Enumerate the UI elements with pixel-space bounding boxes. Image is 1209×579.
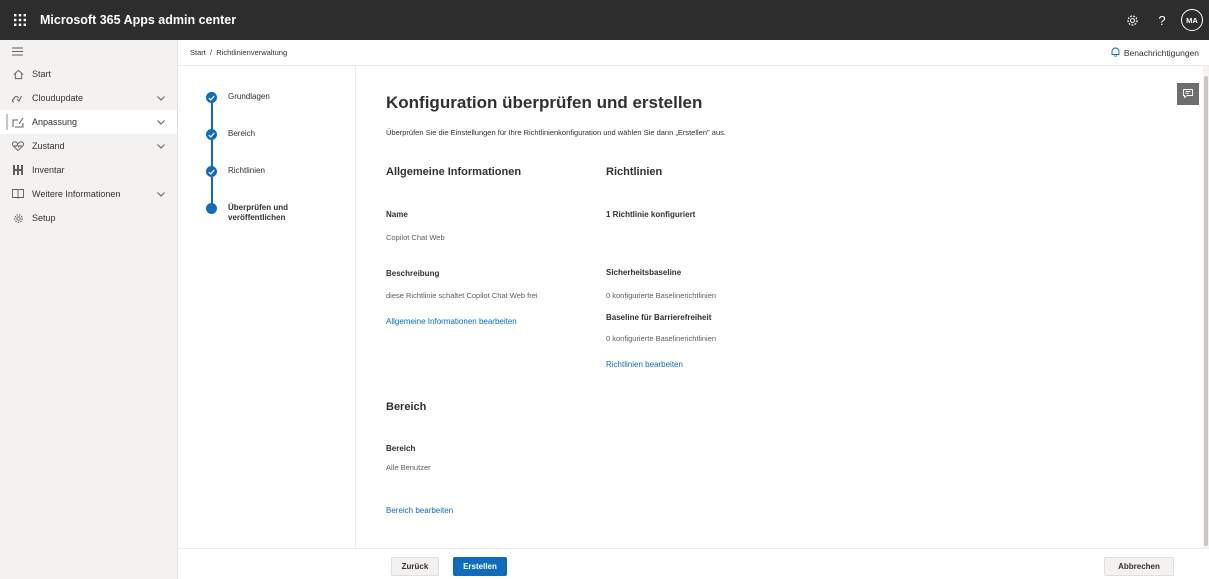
avatar[interactable]: MA <box>1181 9 1203 31</box>
notifications-button[interactable]: Benachrichtigungen <box>1111 40 1199 66</box>
description-label: Beschreibung <box>386 269 440 278</box>
description-value: diese Richtlinie schaltet Copilot Chat W… <box>386 291 538 300</box>
book-icon <box>12 188 24 200</box>
step-label: Überprüfen und veröffentlichen <box>228 203 288 222</box>
scope-heading: Bereich <box>386 401 427 413</box>
checkmark-icon <box>206 92 217 103</box>
name-value: Copilot Chat Web <box>386 233 445 242</box>
policies-configured: 1 Richtlinie konfiguriert <box>606 210 696 219</box>
edit-general-info-link[interactable]: Allgemeine Informationen bearbeiten <box>386 317 517 326</box>
scrollbar-thumb[interactable] <box>1204 76 1208 546</box>
step-bereich[interactable]: Bereich <box>206 129 255 140</box>
feedback-icon <box>1183 85 1193 103</box>
waffle-icon[interactable] <box>0 0 40 40</box>
nav-item-anpassung[interactable]: Anpassung <box>0 110 177 134</box>
nav-item-start[interactable]: Start <box>0 62 177 86</box>
step-ueberpruefen[interactable]: Überprüfen und veröffentlichen <box>206 203 318 223</box>
nav-item-zustand[interactable]: Zustand <box>0 134 177 158</box>
chevron-down-icon[interactable] <box>157 93 165 103</box>
gear-icon[interactable] <box>1117 0 1147 40</box>
chevron-down-icon[interactable] <box>157 189 165 199</box>
step-label: Richtlinien <box>228 166 265 175</box>
step-connector <box>211 177 213 205</box>
step-grundlagen[interactable]: Grundlagen <box>206 92 270 103</box>
scope-label: Bereich <box>386 444 416 453</box>
help-icon[interactable]: ? <box>1147 0 1177 40</box>
feedback-button[interactable] <box>1177 83 1199 105</box>
step-richtlinien[interactable]: Richtlinien <box>206 166 265 177</box>
step-connector <box>211 140 213 168</box>
cancel-button[interactable]: Abbrechen <box>1104 557 1174 576</box>
bell-icon <box>1111 47 1120 59</box>
breadcrumb[interactable]: Start / Richtlinienverwaltung <box>190 48 287 57</box>
nav-item-setup[interactable]: Setup <box>0 206 177 230</box>
create-button[interactable]: Erstellen <box>453 557 507 576</box>
nav-item-label: Weitere Informationen <box>32 189 121 199</box>
general-info-heading: Allgemeine Informationen <box>386 166 522 178</box>
scope-value: Alle Benutzer <box>386 463 431 472</box>
top-bar: Microsoft 365 Apps admin center ? MA <box>0 0 1209 40</box>
accessibility-baseline-value: 0 konfigurierte Baselinerichtlinien <box>606 334 717 343</box>
edit-scope-link[interactable]: Bereich bearbeiten <box>386 506 453 515</box>
chevron-down-icon[interactable] <box>157 117 165 127</box>
step-label: Bereich <box>228 129 256 138</box>
breadcrumb-bar: Start / Richtlinienverwaltung Benachrich… <box>178 40 1209 66</box>
wizard-footer: Zurück Erstellen Abbrechen <box>178 548 1209 579</box>
nav-item-label: Inventar <box>32 165 65 175</box>
nav-item-label: Start <box>32 69 52 79</box>
notifications-label: Benachrichtigungen <box>1123 48 1199 58</box>
nav-item-cloudupdate[interactable]: Cloudupdate <box>0 86 177 110</box>
checkmark-icon <box>206 129 217 140</box>
name-label: Name <box>386 210 408 219</box>
page-title: Konfiguration überprüfen und erstellen <box>386 93 703 112</box>
step-label: Grundlagen <box>228 92 270 101</box>
home-icon <box>12 68 24 80</box>
step-connector <box>211 103 213 131</box>
edit-policies-link[interactable]: Richtlinien bearbeiten <box>606 360 683 369</box>
inventory-icon <box>12 164 24 176</box>
nav-item-weitere-informationen[interactable]: Weitere Informationen <box>0 182 177 206</box>
setup-gear-icon <box>12 212 24 224</box>
accessibility-baseline-label: Baseline für Barrierefreiheit <box>606 313 712 322</box>
policies-heading: Richtlinien <box>606 166 663 178</box>
heart-icon <box>12 140 24 152</box>
security-baseline-label: Sicherheitsbaseline <box>606 268 682 277</box>
intro-text: Überprüfen Sie die Einstellungen für Ihr… <box>386 128 726 137</box>
hamburger-icon[interactable] <box>0 40 177 62</box>
cloud-update-icon <box>12 92 24 104</box>
nav-item-label: Cloudupdate <box>32 93 84 103</box>
checkmark-icon <box>206 166 217 177</box>
nav-item-label: Anpassung <box>32 117 78 127</box>
scrollbar[interactable] <box>1203 66 1209 548</box>
chevron-down-icon[interactable] <box>157 141 165 151</box>
security-baseline-value: 0 konfigurierte Baselinerichtlinien <box>606 291 717 300</box>
app-title[interactable]: Microsoft 365 Apps admin center <box>40 13 236 27</box>
wizard-stepper: Grundlagen Bereich Richtlinien Überprüfe… <box>178 66 356 548</box>
customize-icon <box>12 116 24 128</box>
nav-item-inventar[interactable]: Inventar <box>0 158 177 182</box>
nav-item-label: Zustand <box>32 141 65 151</box>
current-step-dot-icon <box>206 203 217 214</box>
nav-item-label: Setup <box>32 213 56 223</box>
left-nav: Start Cloudupdate Anpassung Zustand Inve… <box>0 40 178 579</box>
back-button[interactable]: Zurück <box>391 557 439 576</box>
